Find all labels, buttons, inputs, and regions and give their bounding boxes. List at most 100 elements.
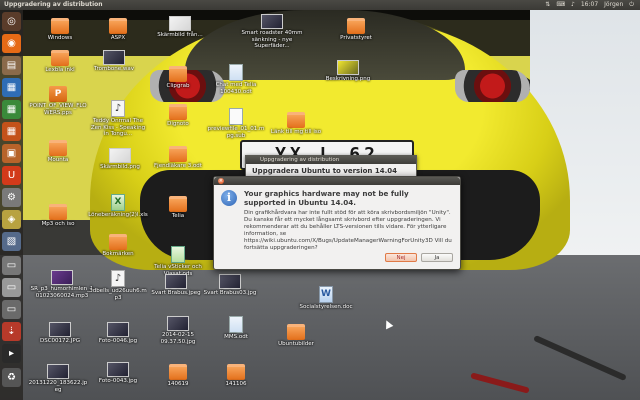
folder-icon	[51, 50, 69, 66]
folder-icon	[109, 18, 127, 34]
desktop-icon[interactable]: Mp3 och iso	[28, 204, 88, 228]
document-icon	[229, 64, 243, 81]
clock[interactable]: 16:07	[581, 0, 598, 10]
upgrade-window-titlebar[interactable]: Uppgradering av distribution	[246, 156, 416, 164]
network-icon[interactable]: ⇅	[545, 0, 550, 10]
dialog-heading: Your graphics hardware may not be fully …	[244, 189, 409, 207]
files-icon[interactable]: ▤	[2, 56, 21, 75]
presentation-icon: P	[49, 86, 67, 102]
settings-icon[interactable]: ⚙	[2, 188, 21, 207]
desktop-icon[interactable]: previewfile_01_01.mpg.sub	[206, 108, 266, 139]
document-icon	[229, 108, 243, 125]
desktop-icon[interactable]: X Löneberäkning(2)l.xls	[88, 194, 148, 219]
desktop-icon[interactable]: ♪ 3dbells_ud26uuh6.mp3	[88, 270, 148, 301]
folder-icon	[169, 364, 187, 380]
writer-icon[interactable]: ▦	[2, 78, 21, 97]
top-panel: Uppgradering av distribution ⇅ ⌨ ♪ 16:07…	[0, 0, 640, 10]
image-icon	[167, 316, 189, 331]
system-tray: ⇅ ⌨ ♪ 16:07 Jörgen ⏻	[545, 0, 634, 10]
folder-icon	[287, 324, 305, 340]
desktop-icon[interactable]: Privatstyret	[326, 18, 386, 42]
firefox-icon[interactable]: ◉	[2, 34, 21, 53]
ubuntu-one-icon[interactable]: U	[2, 166, 21, 185]
dialog-message: Din grafikhårdvara har inte fullt stöd f…	[244, 210, 452, 251]
folder-icon	[287, 112, 305, 128]
desktop-icon[interactable]: ASPX	[88, 18, 148, 42]
desktop-icon[interactable]: 141106	[206, 364, 266, 388]
terminal-icon[interactable]: ▸	[2, 344, 21, 363]
image-icon	[49, 322, 71, 337]
folder-icon	[169, 104, 187, 120]
impress-icon[interactable]: ▦	[2, 122, 21, 141]
desktop-icon[interactable]: Skärmbild.png	[90, 148, 150, 171]
desktop-icon[interactable]: Fjendläkare 3.odt	[148, 146, 208, 170]
desktop-icon[interactable]: Clipgrab	[148, 66, 208, 90]
word-document-icon: W	[319, 286, 333, 303]
audio-file-icon	[103, 50, 125, 65]
desktop-icon[interactable]: Telia	[148, 196, 208, 220]
spreadsheet-icon: X	[111, 194, 125, 211]
image-icon	[107, 362, 129, 377]
desktop-icon[interactable]: DSC00172.JPG	[30, 322, 90, 345]
workspace-icon[interactable]: ◈	[2, 210, 21, 229]
folder-icon	[49, 204, 67, 220]
backup-icon[interactable]: ⇣	[2, 322, 21, 341]
desktop-icon[interactable]: Beskrivning.png	[318, 60, 378, 83]
image-icon	[337, 60, 359, 75]
desktop-icon[interactable]: 140619	[148, 364, 208, 388]
desktop-icon[interactable]: Dignoto	[148, 104, 208, 128]
image-icon	[261, 14, 283, 29]
music-file-icon: ♪	[111, 270, 125, 287]
desktop-icon[interactable]: 20131220_183622.jpeg	[28, 364, 88, 393]
usb-icon[interactable]: ▭	[2, 278, 21, 297]
desktop-icon[interactable]: Svart Brabus.jpeg	[146, 274, 206, 297]
desktop-icon[interactable]: Ubuntubilder	[266, 324, 326, 348]
document-icon	[229, 316, 243, 333]
software-center-icon[interactable]: ▣	[2, 144, 21, 163]
desktop-icon[interactable]: Foto-0043.jpg	[88, 362, 148, 385]
graphics-warning-dialog: × i Your graphics hardware may not be fu…	[213, 176, 461, 270]
desktop-icon[interactable]: Chat med Telia 100430.odt	[206, 64, 266, 95]
desktop-icon[interactable]: Smart roadster 40mm sänkning - nye Super…	[240, 14, 304, 50]
folder-icon	[109, 234, 127, 250]
user-menu[interactable]: Jörgen	[604, 0, 623, 10]
image-viewer-icon[interactable]: ▧	[2, 232, 21, 251]
keyboard-icon[interactable]: ⌨	[556, 0, 565, 10]
desktop-icon[interactable]: SR_p3_humorhimlen_101023060024.mp3	[30, 270, 94, 299]
music-file-icon: ♪	[111, 100, 125, 117]
folder-icon	[51, 18, 69, 34]
power-icon[interactable]: ⏻	[629, 0, 634, 10]
image-icon	[47, 364, 69, 379]
desktop-icon[interactable]: MMS.odt	[206, 316, 266, 341]
desktop-icon[interactable]: P POINT_OF_VIEW_FLOWERS.pps	[28, 86, 88, 116]
desktop-icon[interactable]: 2014-02-15 09.37.50.jpg	[148, 316, 208, 345]
audio-file-icon	[51, 270, 73, 285]
desktop-icon[interactable]: Mounta	[28, 140, 88, 164]
desktop-icon[interactable]: Foto-0046.jpg	[88, 322, 148, 345]
dialog-titlebar[interactable]: ×	[214, 177, 460, 185]
dash-icon[interactable]: ◎	[2, 12, 21, 31]
desktop-icon[interactable]: Lexbla inkl	[30, 50, 90, 74]
info-icon: i	[221, 190, 237, 206]
desktop-icon[interactable]: Trombone.wav	[84, 50, 144, 73]
disk-icon[interactable]: ▭	[2, 256, 21, 275]
desktop-icon[interactable]: Telia vSticker och Viasat.ods	[148, 246, 208, 277]
image-icon	[165, 274, 187, 289]
image-icon	[219, 274, 241, 289]
desktop-icon[interactable]: Windows	[30, 18, 90, 42]
trash-icon[interactable]: ♻	[2, 368, 21, 387]
desktop-icon[interactable]: Skärmbild från...	[150, 16, 210, 39]
desktop-icon[interactable]: W Socialstyrelsen.doc	[296, 286, 356, 311]
disk-icon[interactable]: ▭	[2, 300, 21, 319]
folder-icon	[347, 18, 365, 34]
desktop-icon[interactable]: Bokmärken	[88, 234, 148, 258]
calc-icon[interactable]: ▦	[2, 100, 21, 119]
close-icon[interactable]: ×	[218, 178, 224, 184]
yes-button[interactable]: Ja	[421, 253, 453, 262]
desktop-icon[interactable]: Länk till mg till iso	[266, 112, 326, 136]
desktop-icon[interactable]: ♪ Teddy Onrmal The Zen Kiss - Speaking in…	[88, 100, 148, 138]
launcher: ◎ ◉ ▤ ▦ ▦ ▦ ▣ U ⚙ ◈ ▧ ▭ ▭ ▭ ⇣ ▸ ♻	[0, 10, 23, 400]
no-button[interactable]: Nej	[385, 253, 417, 262]
desktop-icon[interactable]: Svart Brabus03.jpg	[200, 274, 260, 297]
sound-icon[interactable]: ♪	[571, 0, 575, 10]
